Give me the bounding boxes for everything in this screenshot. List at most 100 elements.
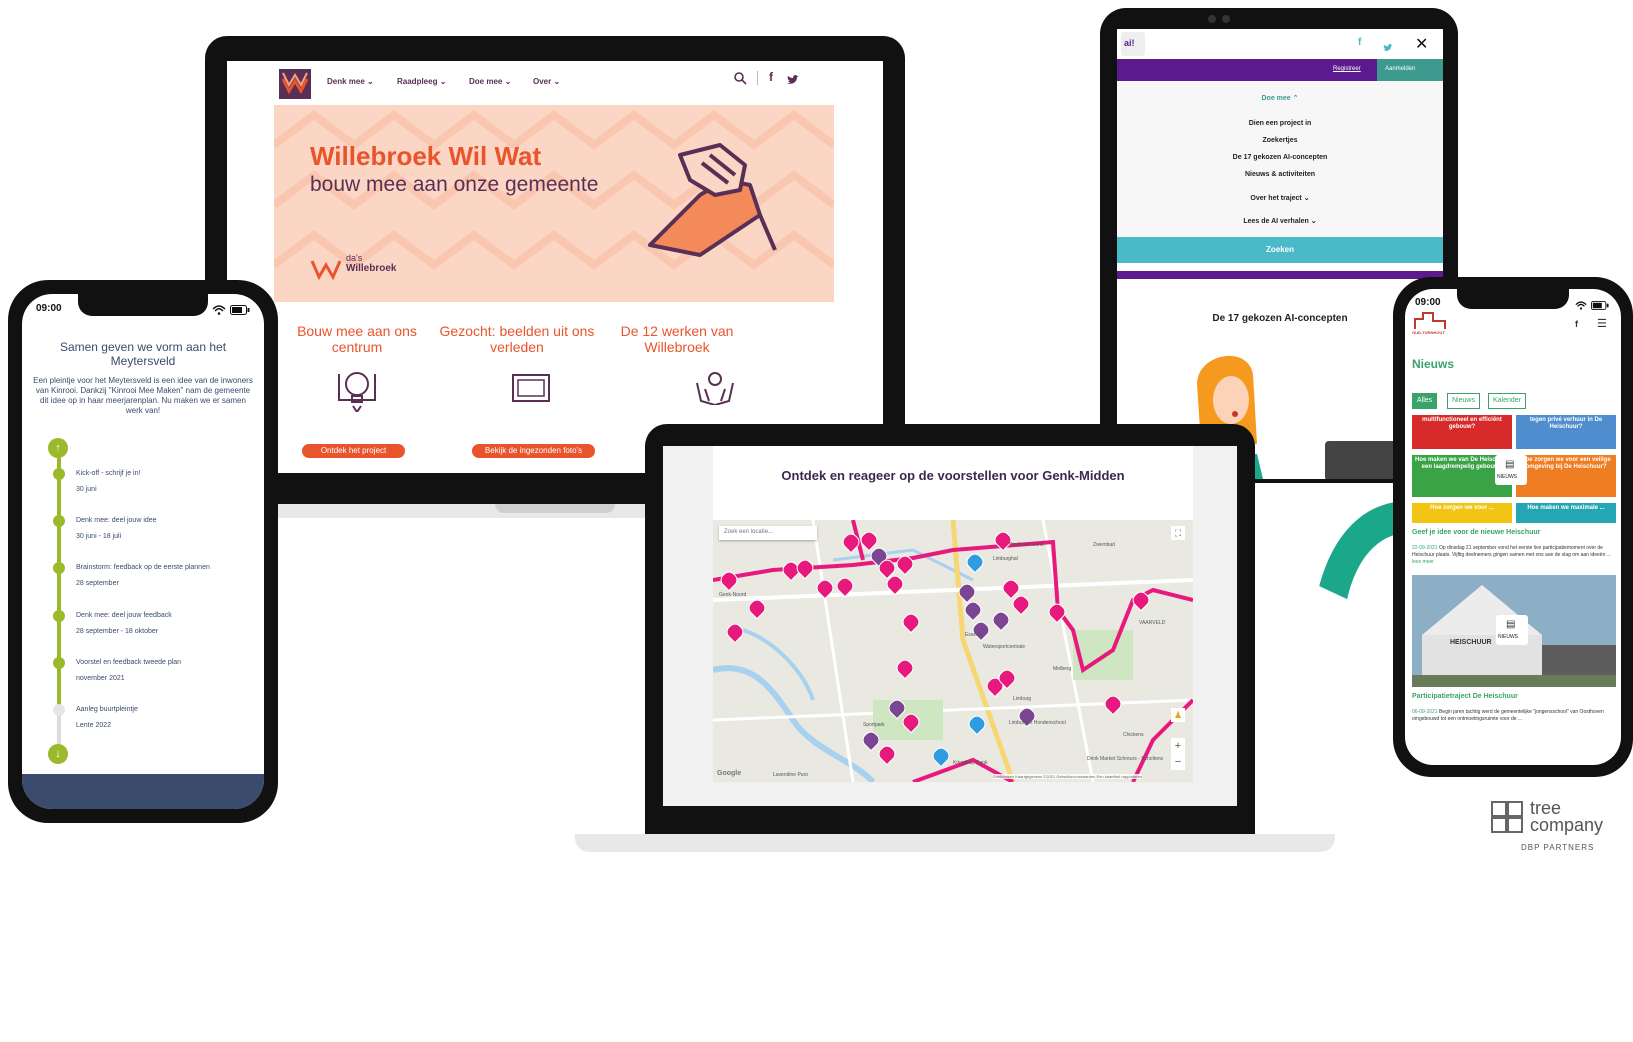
menu-item-zoekertjes[interactable]: Zoekertjes <box>1117 137 1443 144</box>
timeline-step-label: Brainstorm: feedback op de eerste planne… <box>76 564 210 571</box>
newspaper-icon: ▤ <box>1506 619 1516 630</box>
aanmelden-label: Aanmelden <box>1385 66 1416 72</box>
registreer-link[interactable]: Registreer <box>1333 66 1361 72</box>
timeline-step-label: Kick-off - schrijf je in! <box>76 470 141 477</box>
phone-oud-turnhout-screen: 09:00 OUD-TURNHOUT f ☰ Nieuws Alles Nieu… <box>1405 289 1621 765</box>
map-label: VAARVELD <box>1139 620 1166 626</box>
timeline-arrow-up-icon[interactable]: ↑ <box>48 438 68 458</box>
dbp-partners-label: DBP PARTNERS <box>1521 843 1595 852</box>
tablet-account-bar: Registreer Aanmelden <box>1117 59 1443 81</box>
map-report-link[interactable]: Een kaartfout rapporteren <box>1097 774 1143 779</box>
willebroek-logo[interactable] <box>279 69 311 99</box>
genk-map[interactable]: Zoek een locatie... ⛶ ♟ + − Stadhoek Gen… <box>713 520 1193 782</box>
news-tile[interactable]: tegen privé verhuur in De Heischuur? <box>1516 415 1616 449</box>
zoeken-button[interactable]: Zoeken <box>1117 237 1443 263</box>
news-tile[interactable]: Hoe zorgen we voor ... <box>1412 503 1512 523</box>
timeline-step-label: Voorstel en feedback tweede plan <box>76 659 182 666</box>
timeline-dot <box>53 657 65 669</box>
nav-denk-mee[interactable]: Denk mee ⌄ <box>327 77 374 86</box>
timeline-step-date: 28 september <box>76 580 119 587</box>
map-search-input[interactable]: Zoek een locatie... <box>719 526 817 540</box>
tablet-divider-bar <box>1117 271 1443 279</box>
timeline-dot <box>53 468 65 480</box>
article-title[interactable]: Participatietraject De Heischuur <box>1412 693 1518 700</box>
handshake-icon <box>640 135 780 270</box>
genk-header <box>713 446 1193 520</box>
facebook-icon[interactable]: f <box>1575 319 1578 329</box>
phone-oud-turnhout: 09:00 OUD-TURNHOUT f ☰ Nieuws Alles Nieu… <box>1393 277 1633 777</box>
hamburger-menu-icon[interactable]: ☰ <box>1597 317 1607 330</box>
heischuur-sign: HEISCHUUR <box>1450 639 1492 646</box>
news-tile-text: Hoe maken we maximale ... <box>1527 505 1605 511</box>
map-label: Limburgse Hondenschool <box>1009 720 1066 726</box>
timeline-dot-future <box>53 704 65 716</box>
genk-title: Ontdek en reageer op de voorstellen voor… <box>781 468 1125 483</box>
nav-divider <box>757 71 758 85</box>
article-date: 22-09-2021 <box>1412 545 1438 551</box>
news-tile[interactable]: multifunctioneel en efficiënt gebouw? <box>1412 415 1512 449</box>
menu-item-ai-concepten[interactable]: De 17 gekozen AI-concepten <box>1117 154 1443 161</box>
willebroek-navbar: Denk mee ⌄ Raadpleeg ⌄ Doe mee ⌄ Over ⌄ … <box>227 61 883 105</box>
nieuws-badge: ▤ NIEUWS <box>1496 615 1528 645</box>
filter-nieuws[interactable]: Nieuws <box>1447 393 1480 409</box>
close-icon[interactable]: ✕ <box>1415 34 1428 54</box>
menu-over-traject[interactable]: Over het traject ⌄ <box>1117 194 1443 202</box>
timeline-step-date: november 2021 <box>76 675 125 682</box>
filter-alles[interactable]: Alles <box>1412 393 1438 409</box>
search-icon[interactable] <box>733 71 747 90</box>
map-terms-link[interactable]: Gebruiksvoorwaarden <box>1056 774 1095 779</box>
menu-ai-verhalen[interactable]: Lees de AI verhalen ⌄ <box>1117 217 1443 225</box>
wifi-icon <box>1575 297 1587 315</box>
map-zoom-in-button[interactable]: + <box>1171 738 1185 754</box>
map-pegman-icon[interactable]: ♟ <box>1171 708 1185 722</box>
heischuur-photo[interactable]: HEISCHUUR ▤ NIEUWS <box>1412 575 1616 687</box>
nav-raadpleeg[interactable]: Raadpleeg ⌄ <box>397 77 446 86</box>
laptop-genk-base <box>575 834 1335 852</box>
phone-footer-bar <box>22 774 264 809</box>
status-time: 09:00 <box>1415 297 1441 308</box>
map-label: Chickens <box>1123 732 1144 738</box>
facebook-icon[interactable]: f <box>1358 37 1361 48</box>
lightbulb-icon <box>337 366 377 417</box>
hands-icon <box>693 369 737 410</box>
ontdek-project-button[interactable]: Ontdek het project <box>302 444 405 458</box>
tablet-header: ai! f ✕ <box>1117 29 1443 59</box>
nav-over[interactable]: Over ⌄ <box>533 77 560 86</box>
map-shortcuts-link[interactable]: Sneltoetsen <box>993 774 1014 779</box>
timeline-step-date: 28 september - 18 oktober <box>76 628 159 635</box>
map-zoom-out-button[interactable]: − <box>1171 754 1185 770</box>
twitter-icon[interactable] <box>1383 39 1393 57</box>
twitter-icon[interactable] <box>787 72 799 90</box>
zoeken-label: Zoeken <box>1265 245 1294 254</box>
battery-icon <box>230 302 250 320</box>
timeline-step-label: Aanleg buurtpleintje <box>76 706 138 713</box>
news-tile-text: Hoe zorgen we voor een veilige omgeving … <box>1521 457 1611 470</box>
bekijk-fotos-button[interactable]: Bekijk de ingezonden foto's <box>472 444 595 458</box>
menu-ai-verhalen-label: Lees de AI verhalen <box>1243 218 1309 225</box>
tablet-camera <box>1208 15 1216 23</box>
menu-doe-mee-label: Doe mee <box>1261 95 1291 102</box>
timeline-step-label: Denk mee: deel jouw idee <box>76 517 157 524</box>
tree-company-logo-icon <box>1490 800 1524 839</box>
menu-doe-mee[interactable]: Doe mee ⌃ <box>1117 94 1443 102</box>
filter-kalender[interactable]: Kalender <box>1488 393 1527 409</box>
phone-notch <box>1457 289 1569 309</box>
news-tile[interactable]: Hoe maken we maximale ... <box>1516 503 1616 523</box>
news-tile[interactable]: Hoe zorgen we voor een veilige omgeving … <box>1516 455 1616 497</box>
article-title[interactable]: Geef je idee voor de nieuwe Heischuur <box>1412 529 1540 536</box>
news-tile-text: multifunctioneel en efficiënt gebouw? <box>1422 417 1502 430</box>
filter-kalender-label: Kalender <box>1493 397 1522 404</box>
map-attribution: Sneltoetsen Kaartgegevens ©2021 Gebruiks… <box>993 774 1143 779</box>
column-title-centrum: Bouw mee aan ons centrum <box>297 323 417 355</box>
aanmelden-button[interactable]: Aanmelden <box>1377 59 1443 81</box>
brand-small: da's <box>346 253 363 263</box>
map-fullscreen-icon[interactable]: ⛶ <box>1171 526 1185 540</box>
nav-doe-mee[interactable]: Doe mee ⌄ <box>469 77 511 86</box>
lees-meer-link[interactable]: lees meer <box>1412 559 1434 565</box>
facebook-icon[interactable]: f <box>769 70 773 84</box>
map-data-label: Kaartgegevens ©2021 <box>1015 774 1056 779</box>
menu-item-nieuws[interactable]: Nieuws & activiteiten <box>1117 171 1443 178</box>
timeline-arrow-down-icon[interactable]: ↓ <box>48 744 68 764</box>
menu-item-project[interactable]: Dien een project in <box>1117 120 1443 127</box>
ai-logo[interactable]: ai! <box>1121 32 1145 56</box>
